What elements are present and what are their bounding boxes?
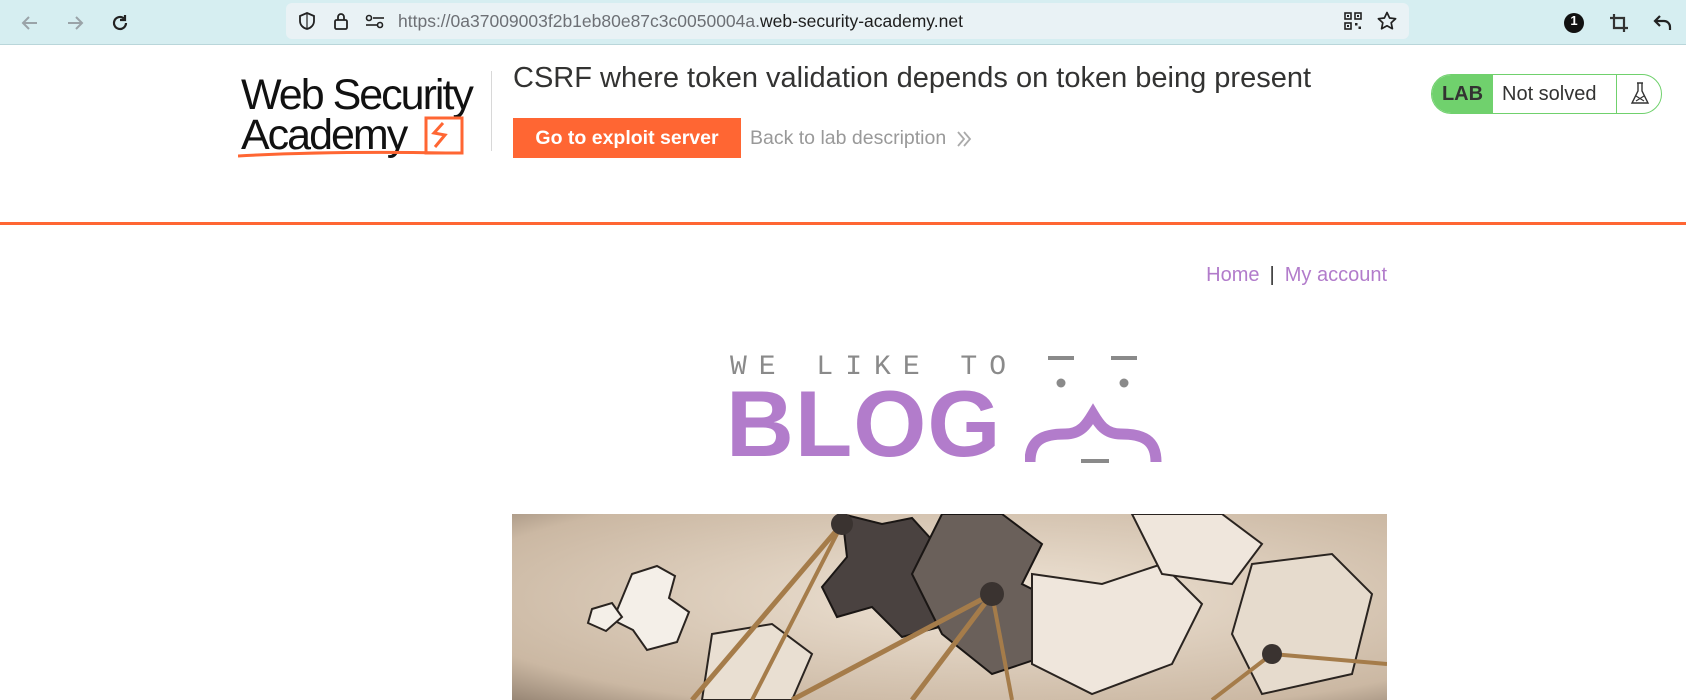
- tracking-protection-button[interactable]: [296, 10, 318, 32]
- lab-header: Web Security Academy CSRF where token va…: [0, 45, 1686, 225]
- site-security-button[interactable]: [330, 10, 352, 32]
- nav-home-link[interactable]: Home: [1206, 264, 1259, 286]
- blog-banner: WE LIKE TO BLOG: [726, 352, 1170, 477]
- back-button[interactable]: [16, 9, 44, 37]
- permissions-button[interactable]: [364, 10, 386, 32]
- qr-code-icon: [1344, 12, 1362, 30]
- blog-hero-image[interactable]: [512, 514, 1387, 700]
- lock-icon: [334, 13, 348, 30]
- undo-button[interactable]: [1649, 9, 1677, 37]
- lab-flask: [1616, 75, 1661, 113]
- crop-icon: [1610, 14, 1628, 32]
- permissions-icon: [365, 14, 384, 29]
- europe-map-image: [512, 514, 1387, 700]
- bookmark-button[interactable]: [1376, 10, 1398, 32]
- banner-face-icon: [1025, 356, 1162, 463]
- nav-separator: |: [1269, 264, 1275, 286]
- academy-logo-mark-icon: [238, 116, 464, 158]
- forward-arrow-icon: [68, 16, 84, 30]
- extension-button[interactable]: 1: [1560, 9, 1588, 37]
- nav-my-account-link[interactable]: My account: [1285, 264, 1387, 286]
- header-divider: [491, 71, 492, 151]
- back-to-lab-description-link[interactable]: Back to lab description: [750, 127, 972, 150]
- lab-status-text: Not solved: [1502, 83, 1597, 105]
- bookmark-star-icon: [1377, 11, 1397, 30]
- lab-tag: LAB: [1432, 75, 1493, 113]
- back-link-label: Back to lab description: [750, 127, 947, 149]
- chevron-double-right-icon: [957, 130, 972, 147]
- back-arrow-icon: [21, 16, 37, 30]
- qr-code-button[interactable]: [1342, 10, 1364, 32]
- go-to-exploit-server-button[interactable]: Go to exploit server: [513, 118, 741, 158]
- flask-icon: [1630, 82, 1650, 104]
- address-bar[interactable]: https://0a37009003f2b1eb80e87c3c0050004a…: [286, 3, 1409, 39]
- forward-button[interactable]: [61, 9, 89, 37]
- lab-status-widget: LAB Not solved: [1431, 74, 1662, 114]
- academy-logo[interactable]: Web Security Academy: [238, 69, 490, 165]
- extension-badge-count: 1: [1570, 13, 1578, 28]
- browser-toolbar: https://0a37009003f2b1eb80e87c3c0050004a…: [0, 0, 1686, 45]
- crop-button[interactable]: [1605, 9, 1633, 37]
- reload-icon: [112, 15, 128, 31]
- shield-icon: [299, 12, 315, 30]
- banner-blog-word: BLOG: [726, 371, 1002, 476]
- lab-title: CSRF where token validation depends on t…: [513, 62, 1312, 94]
- url-host: web-security-academy.net: [760, 11, 963, 31]
- undo-icon: [1653, 15, 1672, 30]
- url-prefix: https://0a37009003f2b1eb80e87c3c0050004a…: [398, 11, 760, 31]
- site-nav: Home | My account: [1206, 264, 1387, 287]
- reload-button[interactable]: [106, 9, 134, 37]
- url-text[interactable]: https://0a37009003f2b1eb80e87c3c0050004a…: [398, 11, 963, 32]
